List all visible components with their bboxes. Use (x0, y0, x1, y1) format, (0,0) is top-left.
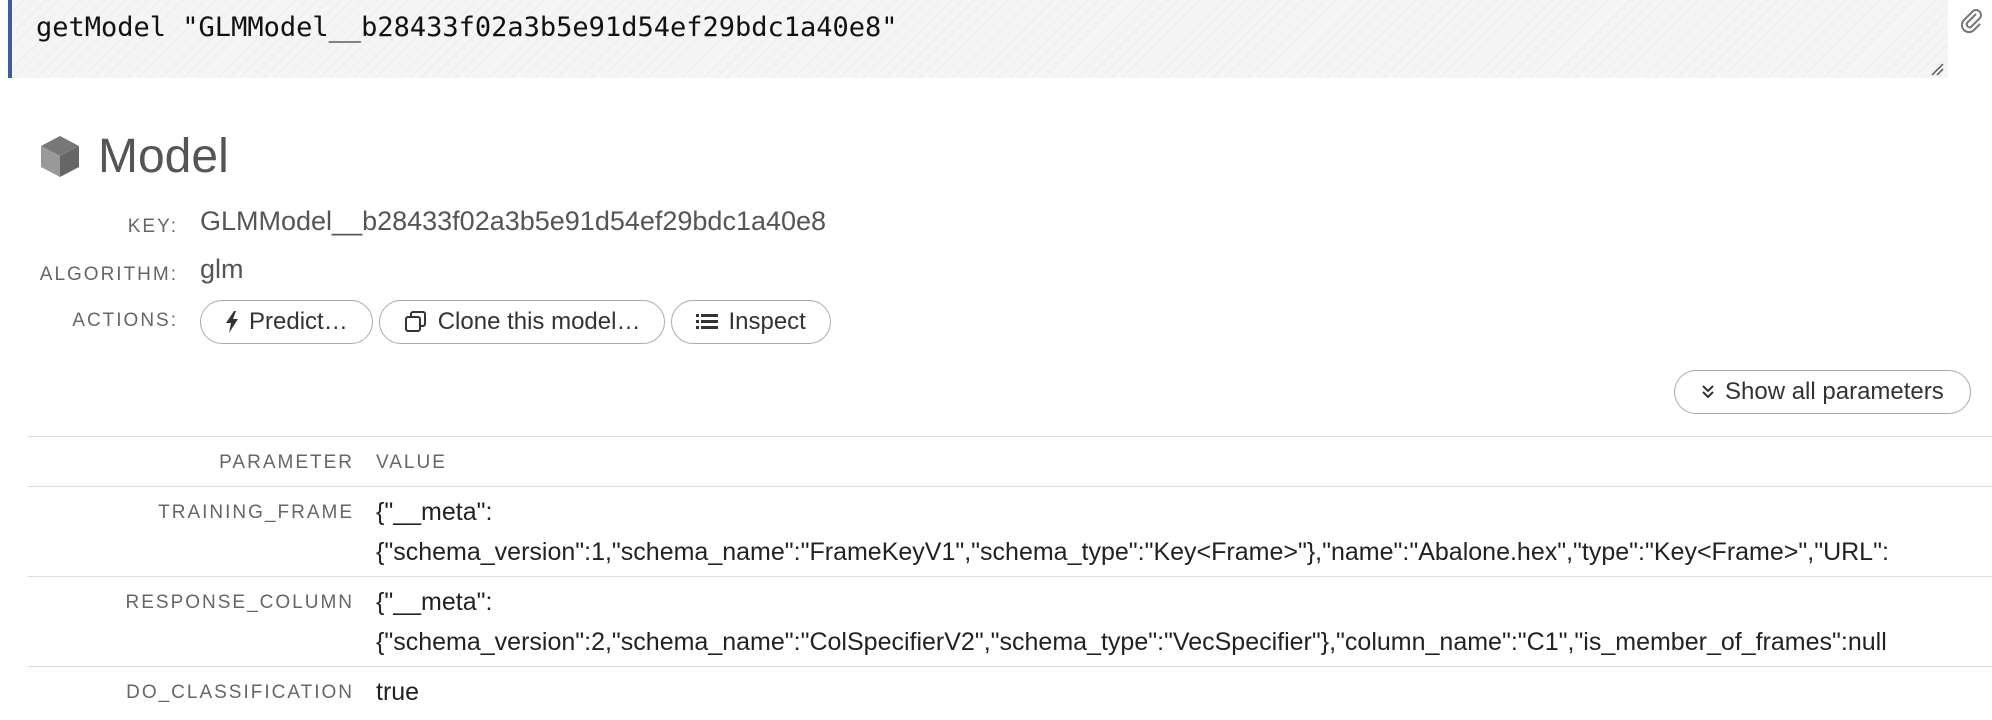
code-cell[interactable]: getModel "GLMModel__b28433f02a3b5e91d54e… (8, 0, 1948, 78)
copy-icon (404, 311, 428, 333)
actions-group: Predict… Clone this model… Inspect (200, 300, 831, 344)
param-name-training-frame: TRAINING_FRAME (158, 502, 354, 523)
predict-label: Predict… (249, 308, 348, 335)
code-input[interactable]: getModel "GLMModel__b28433f02a3b5e91d54e… (36, 12, 898, 43)
list-icon (696, 313, 719, 331)
param-value-line: {"schema_version":2,"schema_name":"ColSp… (376, 628, 1887, 656)
model-header: Model (36, 126, 229, 186)
table-divider (28, 436, 1992, 437)
param-value-line: {"__meta": (376, 588, 493, 616)
param-value-training-frame: {"__meta": {"schema_version":1,"schema_n… (376, 492, 1889, 572)
bolt-icon (225, 311, 239, 333)
predict-button[interactable]: Predict… (200, 300, 373, 344)
param-value-response-column: {"__meta": {"schema_version":2,"schema_n… (376, 582, 1887, 662)
clone-model-label: Clone this model… (437, 308, 641, 335)
column-header-parameter: PARAMETER (219, 452, 354, 473)
cube-icon (41, 136, 79, 177)
paperclip-icon[interactable] (1958, 6, 1984, 36)
page-title: Model (98, 129, 229, 183)
param-value-line: {"schema_version":1,"schema_name":"Frame… (376, 538, 1889, 566)
show-all-parameters-button[interactable]: Show all parameters (1674, 370, 1971, 414)
inspect-button[interactable]: Inspect (671, 300, 831, 344)
inspect-label: Inspect (728, 308, 806, 335)
algorithm-label: ALGORITHM: (39, 264, 178, 285)
clone-model-button[interactable]: Clone this model… (378, 300, 666, 344)
param-value-line: true (376, 678, 420, 706)
param-name-do-classification: DO_CLASSIFICATION (126, 682, 354, 703)
double-chevron-down-icon (1701, 384, 1715, 400)
table-divider (28, 576, 1992, 577)
param-value-line: {"__meta": (376, 498, 493, 526)
param-name-response-column: RESPONSE_COLUMN (125, 592, 354, 613)
resize-grip-icon[interactable] (1930, 62, 1944, 76)
show-all-parameters-label: Show all parameters (1725, 378, 1944, 405)
key-label: KEY: (127, 216, 178, 237)
actions-label: ACTIONS: (72, 310, 178, 331)
table-divider (28, 666, 1992, 667)
column-header-value: VALUE (376, 452, 447, 473)
table-divider (28, 486, 1992, 487)
param-value-do-classification: true (376, 672, 419, 712)
algorithm-value: glm (200, 254, 244, 284)
key-value: GLMModel__b28433f02a3b5e91d54ef29bdc1a40… (200, 206, 827, 236)
